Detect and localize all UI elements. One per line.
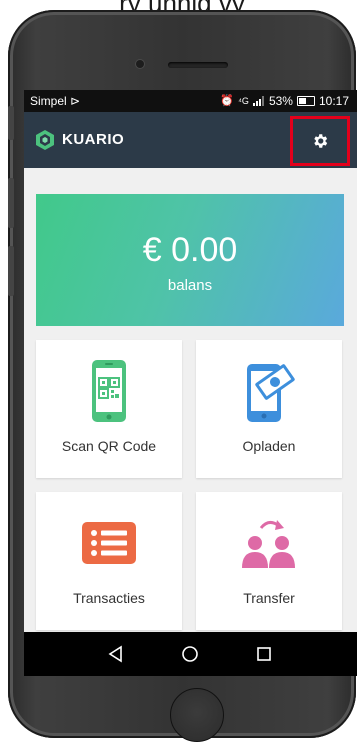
tile-label: Transfer (243, 590, 295, 606)
tile-transfer[interactable]: Transfer (196, 492, 342, 630)
phone-side-button (8, 106, 14, 140)
settings-button[interactable] (290, 116, 350, 166)
status-bar: Simpel ⊳ ⏰ ⁴G 53% 10:17 (24, 90, 357, 112)
network-label: ⁴G (238, 96, 249, 106)
phone-money-icon (247, 364, 295, 422)
balance-card: € 0.00 balans (36, 194, 344, 326)
tile-scan-qr-code[interactable]: Scan QR Code (36, 340, 182, 478)
back-triangle-icon[interactable] (106, 644, 126, 664)
kuario-logo-icon (36, 130, 54, 150)
home-circle-icon[interactable] (180, 644, 200, 664)
phone-side-button (8, 246, 14, 296)
brand-name: KUARIO (62, 131, 125, 148)
phone-screen: Simpel ⊳ ⏰ ⁴G 53% 10:17 KUARIO € 0.00 ba… (24, 90, 357, 676)
status-indicators: ⏰ ⁴G 53% 10:17 (220, 90, 349, 112)
app-header: KUARIO (24, 112, 357, 168)
phone-home-button[interactable] (170, 688, 224, 742)
users-transfer-icon (242, 520, 295, 568)
carrier-name: Simpel ⊳ (30, 94, 81, 108)
front-camera (136, 60, 144, 68)
signal-icon (252, 96, 264, 106)
tile-label: Scan QR Code (61, 438, 157, 454)
battery-percent: 53% (268, 94, 293, 108)
status-time: 10:17 (318, 94, 349, 108)
recents-square-icon[interactable] (254, 644, 274, 664)
balance-amount: € 0.00 (142, 231, 238, 269)
phone-side-button (8, 178, 14, 228)
balance-label: balans (167, 277, 213, 294)
tile-label: Opladen (242, 438, 296, 454)
tile-opladen[interactable]: Opladen (196, 340, 342, 478)
alarm-icon: ⏰ (220, 95, 235, 107)
earpiece-speaker (168, 62, 228, 68)
tile-label: Transacties (73, 590, 145, 606)
android-nav-bar (24, 632, 357, 676)
battery-icon (296, 96, 315, 106)
gear-icon (314, 134, 328, 148)
tile-transacties[interactable]: Transacties (36, 492, 182, 630)
qr-phone-icon (92, 360, 126, 422)
list-icon (82, 522, 136, 564)
